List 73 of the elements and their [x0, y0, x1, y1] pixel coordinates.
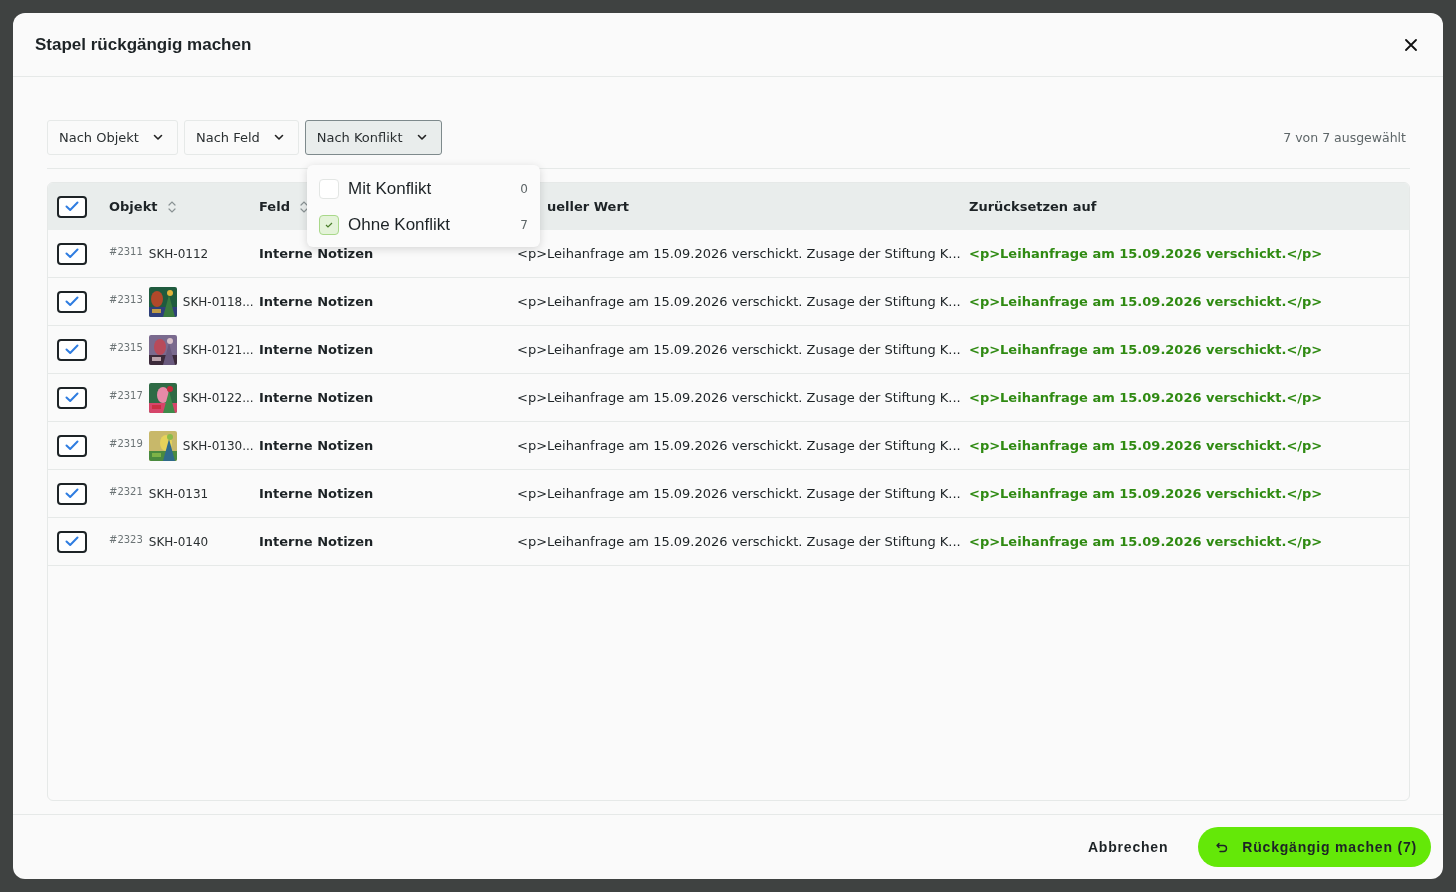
- object-code: SKH-0131: [148, 486, 209, 501]
- check-icon: [65, 536, 79, 547]
- chevron-down-icon: [416, 134, 427, 141]
- table-cell: <p>Leihanfrage am 15.09.2026 verschickt.</p>: [969, 246, 1323, 261]
- checkbox[interactable]: [57, 530, 87, 553]
- column-header: ueller Wert: [547, 199, 630, 214]
- object-number: #2313: [109, 294, 143, 305]
- check-icon: [65, 344, 79, 355]
- table-cell: Interne Notizen: [259, 246, 374, 261]
- table-cell: <p>Leihanfrage am 15.09.2026 verschickt. Zusage der Stiftung K...: [517, 246, 961, 261]
- table-cell: <p>Leihanfrage am 15.09.2026 verschickt.</p>: [969, 342, 1323, 357]
- checkbox[interactable]: [57, 386, 87, 409]
- table-cell: Interne Notizen: [259, 390, 374, 405]
- filter-dropdown[interactable]: Nach Feld: [183, 120, 299, 155]
- check-icon: [325, 222, 333, 228]
- close-icon: [1405, 38, 1417, 51]
- sort-icon[interactable]: [167, 199, 176, 214]
- table-cell: <p>Leihanfrage am 15.09.2026 verschickt.</p>: [969, 390, 1323, 405]
- table-cell: Interne Notizen: [259, 294, 374, 309]
- object-code: SKH-0121...: [182, 342, 254, 357]
- filter-dropdown[interactable]: Nach Objekt: [47, 120, 178, 155]
- table-cell: <p>Leihanfrage am 15.09.2026 verschickt. Zusage der Stiftung K...: [517, 390, 961, 405]
- menu-item[interactable]: Mit Konflikt: [348, 179, 432, 199]
- object-code: SKH-0118...: [182, 294, 254, 309]
- table-cell: <p>Leihanfrage am 15.09.2026 verschickt. Zusage der Stiftung K...: [517, 438, 961, 453]
- menu-item[interactable]: Ohne Konflikt: [348, 215, 451, 235]
- item-count: 0: [520, 182, 528, 196]
- table-cell: <p>Leihanfrage am 15.09.2026 verschickt.</p>: [969, 534, 1323, 549]
- checkbox[interactable]: [57, 338, 87, 361]
- undo-button[interactable]: Rückgängig machen (7): [1198, 827, 1431, 867]
- checkbox[interactable]: [57, 482, 87, 505]
- object-number: #2321: [109, 486, 143, 497]
- item-count: 7: [520, 218, 528, 232]
- object-number: #2323: [109, 534, 143, 545]
- check-icon: [65, 488, 79, 499]
- table-cell: <p>Leihanfrage am 15.09.2026 verschickt.</p>: [969, 438, 1323, 453]
- object-number: #2319: [109, 438, 143, 449]
- object-code: SKH-0112: [148, 246, 209, 261]
- table-cell: <p>Leihanfrage am 15.09.2026 verschickt. Zusage der Stiftung K...: [517, 342, 961, 357]
- checkbox[interactable]: [57, 434, 87, 457]
- table-cell: Interne Notizen: [259, 534, 374, 549]
- object-code: SKH-0140: [148, 534, 209, 549]
- check-icon: [65, 392, 79, 403]
- checkbox[interactable]: [57, 242, 87, 265]
- chevron-down-icon: [273, 134, 284, 141]
- table-cell: <p>Leihanfrage am 15.09.2026 verschickt. Zusage der Stiftung K...: [517, 294, 961, 309]
- table-cell: Interne Notizen: [259, 486, 374, 501]
- table-cell: <p>Leihanfrage am 15.09.2026 verschickt. Zusage der Stiftung K...: [517, 534, 961, 549]
- check-icon: [65, 201, 79, 212]
- column-header: Feld: [259, 199, 290, 214]
- cancel-button[interactable]: Abbrechen: [1079, 831, 1177, 863]
- table-cell: <p>Leihanfrage am 15.09.2026 verschickt. Zusage der Stiftung K...: [517, 486, 961, 501]
- column-header: Zurücksetzen auf: [969, 199, 1097, 214]
- object-number: #2311: [109, 246, 143, 257]
- dialog-title: Stapel rückgängig machen: [35, 34, 252, 55]
- table-cell: Interne Notizen: [259, 438, 374, 453]
- selection-count: 7 von 7 ausgewählt: [1283, 130, 1407, 145]
- table-cell: <p>Leihanfrage am 15.09.2026 verschickt.</p>: [969, 294, 1323, 309]
- object-number: #2317: [109, 390, 143, 401]
- filter-dropdown[interactable]: Nach Konflikt: [304, 120, 442, 155]
- table-cell: <p>Leihanfrage am 15.09.2026 verschickt.</p>: [969, 486, 1323, 501]
- undo-icon: [1216, 841, 1229, 853]
- check-icon: [65, 296, 79, 307]
- chevron-down-icon: [152, 134, 163, 141]
- checkbox[interactable]: [57, 290, 87, 313]
- object-code: SKH-0130...: [182, 438, 254, 453]
- object-number: #2315: [109, 342, 143, 353]
- check-icon: [65, 440, 79, 451]
- column-header: Objekt: [109, 199, 158, 214]
- table-cell: Interne Notizen: [259, 342, 374, 357]
- object-code: SKH-0122...: [182, 390, 254, 405]
- checkbox[interactable]: [57, 195, 87, 218]
- check-icon: [65, 248, 79, 259]
